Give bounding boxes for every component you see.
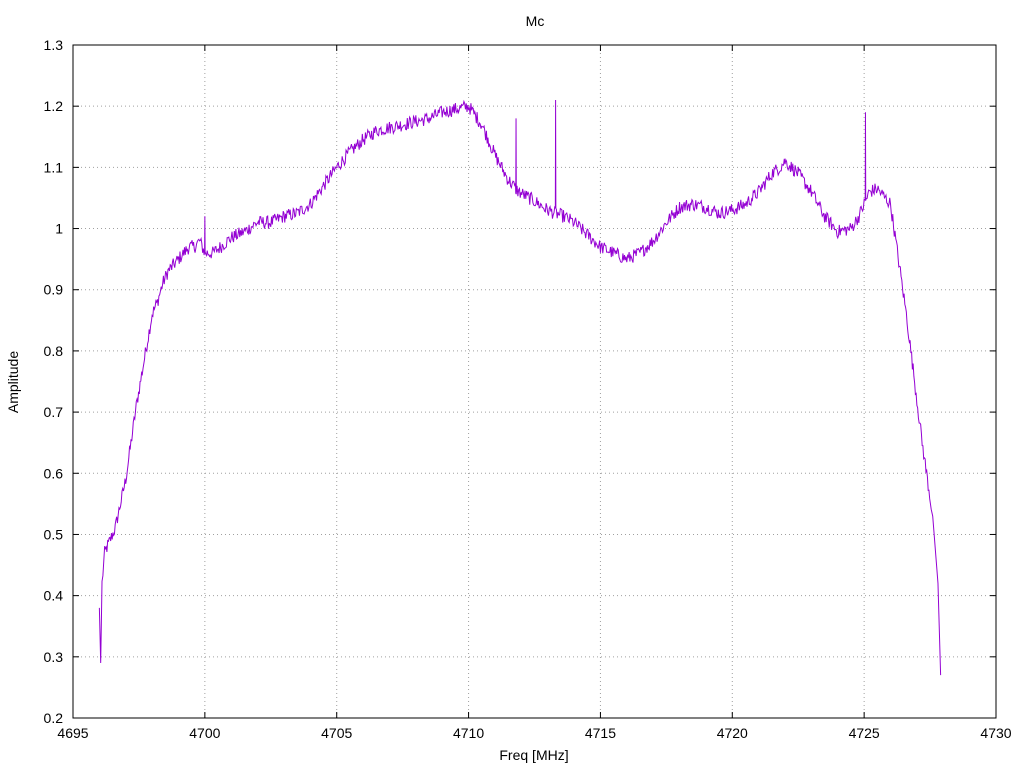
y-tick-label: 0.8	[44, 343, 64, 359]
x-tick-label: 4720	[717, 725, 748, 741]
x-tick-label: 4730	[980, 725, 1011, 741]
x-tick-label: 4710	[453, 725, 484, 741]
y-tick-label: 1.3	[44, 37, 64, 53]
x-tick-label: 4695	[57, 725, 88, 741]
y-tick-label: 0.7	[44, 404, 64, 420]
y-tick-label: 0.6	[44, 465, 64, 481]
y-tick-label: 1	[55, 221, 63, 237]
x-axis-label: Freq [MHz]	[499, 747, 568, 763]
x-tick-label: 4700	[189, 725, 220, 741]
y-tick-label: 1.1	[44, 159, 64, 175]
y-tick-label: 0.9	[44, 282, 64, 298]
x-tick-label: 4715	[585, 725, 616, 741]
y-tick-label: 0.4	[44, 588, 64, 604]
chart-background	[0, 0, 1024, 768]
y-tick-label: 1.2	[44, 98, 64, 114]
chart-title: Mc	[526, 13, 545, 29]
line-chart: 4695 4700 4705 4710 4715 4720 4725 4730 0.2 0.3 0…	[0, 0, 1024, 768]
y-tick-label: 0.2	[44, 710, 64, 726]
y-tick-label: 0.3	[44, 649, 64, 665]
x-tick-label: 4725	[849, 725, 880, 741]
x-tick-label: 4705	[321, 725, 352, 741]
y-axis-label: Amplitude	[5, 351, 21, 413]
y-tick-label: 0.5	[44, 526, 64, 542]
